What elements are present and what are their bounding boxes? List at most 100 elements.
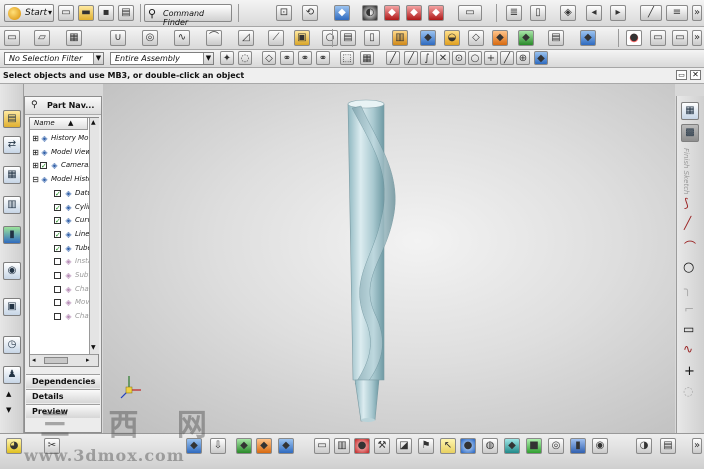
green-box-icon[interactable]: ◆	[236, 438, 252, 454]
window-icon[interactable]: ▭	[650, 30, 666, 46]
fit-view-icon[interactable]: ⊡	[276, 5, 292, 21]
select-icon[interactable]: ✦	[220, 51, 234, 65]
target-icon[interactable]: ◉	[592, 438, 608, 454]
tree-horizontal-scrollbar[interactable]: ◂ ▸	[30, 354, 98, 366]
blue-ball-icon[interactable]: ●	[460, 438, 476, 454]
visibility-checkbox[interactable]	[54, 313, 61, 321]
render-style-icon[interactable]: ◐	[362, 5, 378, 21]
visibility-checkbox[interactable]: ✓	[54, 230, 61, 238]
split-view-icon[interactable]: ▥	[334, 438, 350, 454]
tool-icon[interactable]: ⚒	[374, 438, 390, 454]
eye-icon[interactable]: ◑	[636, 438, 652, 454]
hatch-icon[interactable]: ≡	[666, 5, 688, 21]
rotate-view-icon[interactable]: ⟲	[302, 5, 318, 21]
tree-item[interactable]: ⊟ ◈ Model History	[30, 173, 96, 186]
surface-icon[interactable]: ◒	[444, 30, 460, 46]
edge-blend-icon[interactable]: ⌒	[206, 30, 222, 46]
select-all-icon[interactable]: ◌	[238, 51, 252, 65]
library-books-icon[interactable]: ▮	[3, 226, 21, 244]
layers-icon[interactable]: ▤	[660, 438, 676, 454]
save-icon[interactable]: ▪	[98, 5, 114, 21]
blue-box-icon[interactable]: ◆	[580, 30, 596, 46]
pin-icon[interactable]: ⚲	[31, 100, 38, 110]
red-cube-icon[interactable]: ◆	[384, 5, 400, 21]
tree-item[interactable]: ⊞ ◈ History Mo	[30, 132, 96, 145]
scroll-right-arrow[interactable]: ▸	[86, 356, 90, 364]
shaded-box-icon[interactable]: ◆	[420, 30, 436, 46]
visibility-checkbox[interactable]	[54, 285, 61, 293]
sheet-icon[interactable]: ▯	[530, 5, 546, 21]
assembly-navigator-icon[interactable]: ▤	[3, 110, 21, 128]
tree-item[interactable]: ◈Chamfer	[30, 283, 96, 296]
shell-icon[interactable]: ▣	[294, 30, 310, 46]
book-icon[interactable]: ▥	[392, 30, 408, 46]
box-select-icon[interactable]: ⬚	[340, 51, 354, 65]
graphics-window[interactable]	[103, 84, 675, 433]
tree-item[interactable]: ◈ Move	[30, 296, 96, 309]
studio-spline-icon[interactable]: ∿	[683, 342, 693, 356]
blue-cube-icon[interactable]: ◆	[278, 438, 294, 454]
expand-toggle-icon[interactable]: ⊟	[31, 175, 40, 184]
scroll-down-arrow[interactable]: ▼	[91, 344, 96, 351]
visibility-checkbox[interactable]: ✓	[54, 217, 61, 225]
visibility-checkbox[interactable]	[54, 299, 61, 307]
mid-point-icon[interactable]: ╱	[404, 51, 418, 65]
tree-item[interactable]: ✓ ◈ Tube	[30, 242, 96, 255]
window-icon[interactable]: ▭	[672, 30, 688, 46]
point-icon[interactable]: +	[684, 364, 695, 379]
red-cube-icon[interactable]: ◆	[406, 5, 422, 21]
copy-icon[interactable]: ▤	[548, 30, 564, 46]
web-browser-icon[interactable]: ◉	[3, 262, 21, 280]
visibility-checkbox[interactable]: ✓	[54, 189, 61, 197]
tree-item[interactable]: ⊞ ◈ Model Views	[30, 146, 96, 159]
tree-item[interactable]: ◈Chamfer	[30, 310, 96, 323]
name-column-header[interactable]: Name ▲	[30, 118, 88, 130]
sketch-icon[interactable]: ▦	[681, 102, 699, 120]
command-finder-button[interactable]: ⚲ Command Finder	[144, 4, 232, 27]
link-icon[interactable]: ⚭	[298, 51, 312, 65]
blue-cube-icon[interactable]: ◆	[534, 51, 548, 65]
expand-toggle-icon[interactable]: ⊞	[31, 161, 40, 170]
dependencies-panel-tab[interactable]: Dependencies	[26, 374, 100, 388]
arc-icon[interactable]: ⌒	[684, 238, 696, 255]
navigate-icon[interactable]: ◂	[586, 5, 602, 21]
constraint-navigator-icon[interactable]: ⇄	[3, 136, 21, 154]
close-window-icon[interactable]: ✕	[690, 70, 701, 80]
green-cube-icon[interactable]: ◆	[518, 30, 534, 46]
visibility-checkbox[interactable]: ✓	[54, 244, 61, 252]
green-square-icon[interactable]: ■	[526, 438, 542, 454]
scroll-left-arrow[interactable]: ◂	[32, 356, 36, 364]
expand-toggle-icon[interactable]: ⊞	[31, 134, 40, 143]
inactive-tool-icon[interactable]: ▩	[681, 124, 699, 142]
quadrant-icon[interactable]: ○	[468, 51, 482, 65]
point-on-face-icon[interactable]: ⊕	[516, 51, 530, 65]
hole-icon[interactable]: ○	[322, 30, 338, 46]
blue-cylinder-icon[interactable]: ▮	[570, 438, 586, 454]
snap-icon[interactable]: ◇	[262, 51, 276, 65]
orange-diamond-icon[interactable]: ◆	[492, 30, 508, 46]
selection-filter-dropdown[interactable]: No Selection Filter ▼	[4, 52, 104, 65]
visibility-checkbox[interactable]	[54, 258, 61, 266]
offset-curve-icon[interactable]: ◌	[683, 384, 693, 398]
sphere-icon[interactable]: ●	[354, 438, 370, 454]
tree-item[interactable]: ✓ ◈ Line	[30, 228, 96, 241]
tree-item[interactable]: ✓◈Cylinder	[30, 201, 96, 214]
line-icon[interactable]: ╱	[684, 216, 691, 230]
history-palette-icon[interactable]: ▣	[3, 298, 21, 316]
lamp-icon[interactable]: ◍	[482, 438, 498, 454]
red-cube-icon[interactable]: ◆	[428, 5, 444, 21]
existing-point-icon[interactable]: +	[484, 51, 498, 65]
scroll-thumb[interactable]	[44, 357, 68, 364]
link-icon[interactable]: ⚭	[316, 51, 330, 65]
analysis-icon[interactable]: ◈	[560, 5, 576, 21]
expand-toggle-icon[interactable]: ⊞	[31, 148, 40, 157]
mesh-icon[interactable]: ◇	[468, 30, 484, 46]
profile-icon[interactable]: ⟆	[684, 196, 689, 210]
toolbar-options-icon[interactable]: »	[692, 438, 702, 454]
bulb-icon[interactable]: ◕	[6, 438, 22, 454]
pointer-icon[interactable]: ↖	[440, 438, 456, 454]
visibility-checkbox[interactable]: ✓	[54, 203, 61, 211]
scroll-down-arrow[interactable]: ▼	[6, 406, 11, 414]
flag-icon[interactable]: ⚑	[418, 438, 434, 454]
start-button[interactable]: Start ▾	[4, 4, 54, 22]
